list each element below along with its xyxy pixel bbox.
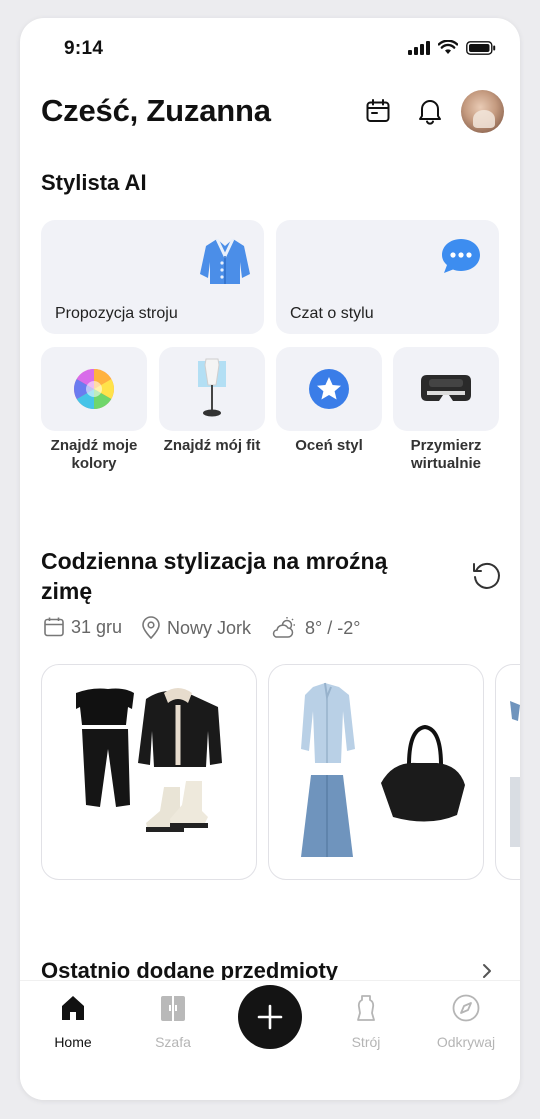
tab-discover[interactable]: Odkrywaj <box>421 993 511 1050</box>
calendar-small-icon <box>44 617 64 637</box>
compass-icon <box>452 994 480 1022</box>
plus-icon <box>257 1004 283 1030</box>
outfit-icon <box>357 995 375 1021</box>
bell-icon <box>419 100 441 125</box>
outfit-suggestion-label: Propozycja stroju <box>55 305 178 322</box>
weather-meta: 8° / -2° <box>271 616 360 640</box>
rate-style-tile[interactable] <box>276 347 382 431</box>
virtual-try-on-tile[interactable] <box>393 347 499 431</box>
daily-styling-title: Codzienna stylizacja na mroźną zimę <box>41 548 388 604</box>
refresh-icon <box>473 562 500 589</box>
home-icon <box>62 996 84 1020</box>
chevron-right-icon <box>483 964 491 978</box>
phone-screen: 9:14 Cześć, Zuzanna Stylista AI Propozyc… <box>20 18 520 1100</box>
outfit-2-image <box>301 682 465 857</box>
location-meta: Nowy Jork <box>141 616 251 640</box>
tab-home[interactable]: Home <box>28 993 118 1050</box>
outfit-card-3[interactable] <box>495 664 520 880</box>
add-button[interactable] <box>238 985 302 1049</box>
status-time: 9:14 <box>64 38 104 59</box>
cardigan-icon <box>200 238 250 284</box>
outfit-suggestion-card[interactable]: Propozycja stroju <box>41 220 264 334</box>
location-text: Nowy Jork <box>167 617 252 638</box>
tab-outfit-label: Strój <box>351 1034 381 1050</box>
virtual-try-on-label: Przymierz wirtualnie <box>410 437 482 472</box>
signal-icon <box>408 40 430 55</box>
status-icons <box>408 40 496 55</box>
tab-outfit[interactable]: Strój <box>321 993 411 1050</box>
location-pin-icon <box>142 616 160 640</box>
partly-cloudy-icon <box>272 617 295 638</box>
weather-text: 8° / -2° <box>305 617 361 638</box>
outfit-1-image <box>76 688 222 832</box>
wifi-icon <box>438 40 458 54</box>
battery-icon <box>466 40 496 55</box>
outfit-3-image <box>510 701 520 847</box>
greeting-title: Cześć, Zuzanna <box>41 93 271 128</box>
find-colors-label: Znajdź moje kolory <box>50 437 138 472</box>
date-text: 31 gru <box>71 616 123 637</box>
color-wheel-icon <box>74 369 114 409</box>
vr-headset-icon <box>421 375 471 401</box>
find-colors-tile[interactable] <box>41 347 147 431</box>
tab-home-label: Home <box>54 1034 92 1050</box>
tab-discover-label: Odkrywaj <box>436 1034 496 1050</box>
stylist-section-title: Stylista AI <box>41 170 147 195</box>
bottom-tab-bar: Home Szafa Strój Odkrywaj <box>20 980 520 1100</box>
notifications-button[interactable] <box>415 96 445 126</box>
chat-bubble-icon <box>442 239 480 273</box>
find-fit-tile[interactable] <box>159 347 265 431</box>
star-badge-icon <box>309 369 349 409</box>
mannequin-icon <box>198 358 226 417</box>
calendar-icon <box>366 99 390 122</box>
rate-style-label: Oceń styl <box>295 437 363 454</box>
style-chat-label: Czat o stylu <box>290 305 374 322</box>
recent-items-more[interactable] <box>478 962 496 980</box>
find-fit-label: Znajdź mój fit <box>163 437 261 454</box>
tab-wardrobe[interactable]: Szafa <box>128 993 218 1050</box>
outfit-card-1[interactable] <box>41 664 257 880</box>
style-chat-card[interactable]: Czat o stylu <box>276 220 499 334</box>
calendar-button[interactable] <box>363 96 393 126</box>
wardrobe-icon <box>161 996 185 1021</box>
avatar[interactable] <box>461 90 504 133</box>
outfit-card-2[interactable] <box>268 664 484 880</box>
date-meta: 31 gru <box>43 616 122 638</box>
refresh-button[interactable] <box>470 559 502 591</box>
tab-wardrobe-label: Szafa <box>155 1034 191 1050</box>
